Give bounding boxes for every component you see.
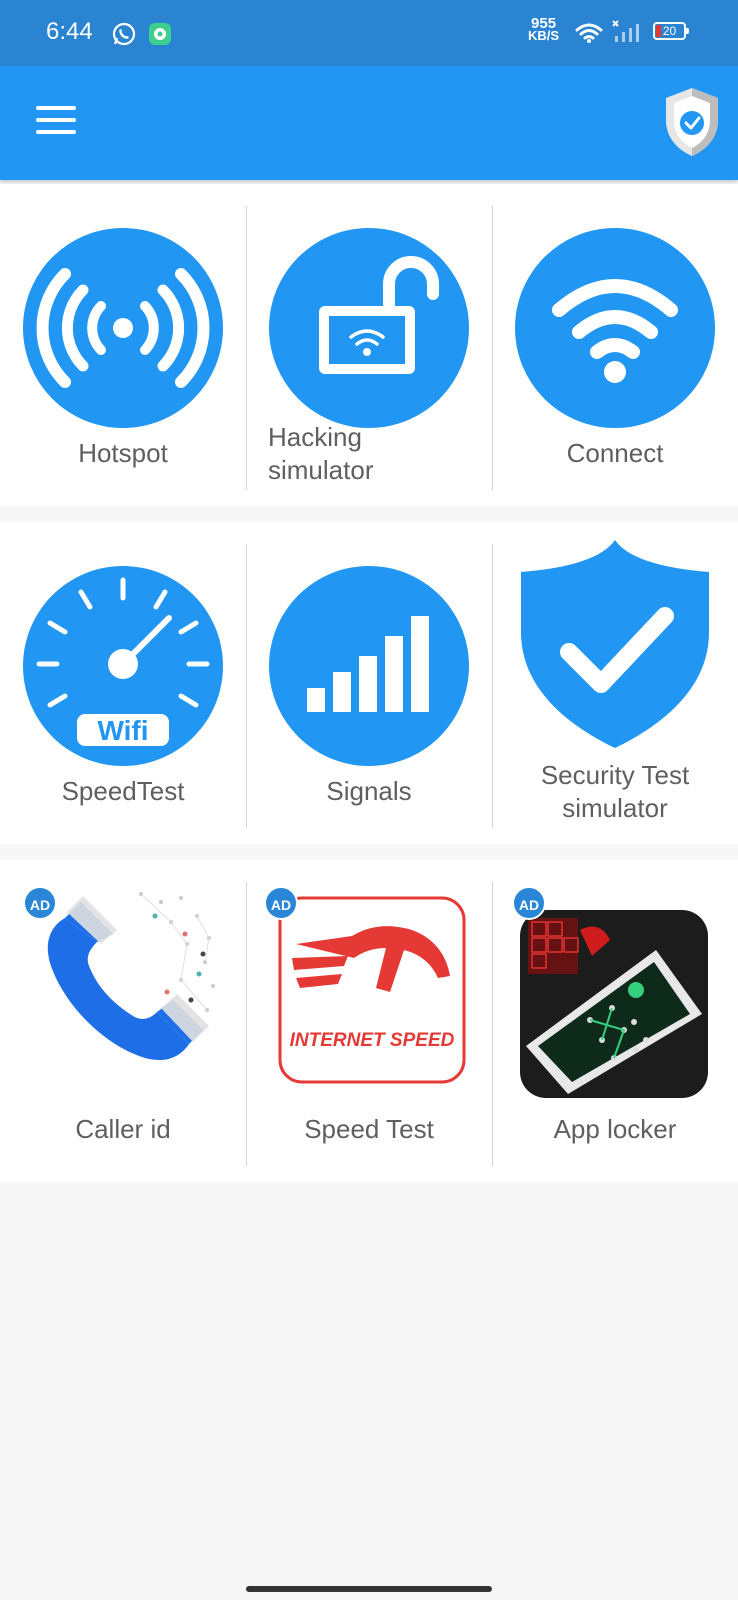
speed-test-label: Speed Test bbox=[304, 1114, 434, 1144]
connect-tile[interactable]: Connect bbox=[492, 184, 738, 506]
unlock-wifi-icon bbox=[267, 226, 471, 430]
ad-row: AD Caller id AD INTERNET SPEED Speed Tes… bbox=[0, 860, 738, 1182]
caller-id-tile[interactable]: AD Caller id bbox=[0, 860, 246, 1182]
home-indicator[interactable] bbox=[246, 1586, 492, 1592]
connect-label: Connect bbox=[566, 438, 664, 468]
status-bar: 6:44 955 KB/S 20 bbox=[0, 0, 738, 66]
hotspot-icon bbox=[21, 226, 225, 430]
speedometer-wifi-icon: Wifi bbox=[21, 564, 225, 768]
app-locker-label: App locker bbox=[553, 1114, 677, 1144]
app-bar bbox=[0, 66, 738, 180]
security-test-tile[interactable]: Security Test simulator bbox=[492, 522, 738, 844]
phone-lock-icon bbox=[520, 910, 708, 1098]
wifi-badge-text: Wifi bbox=[97, 715, 148, 746]
hotspot-label: Hotspot bbox=[78, 438, 168, 468]
ad-badge: AD bbox=[264, 886, 298, 920]
shield-check-icon bbox=[513, 536, 717, 748]
feature-row-2: Wifi SpeedTest Signals Security Test sim… bbox=[0, 522, 738, 844]
whatsapp-icon bbox=[112, 22, 136, 51]
signal-bars-icon bbox=[267, 564, 471, 768]
internet-speed-text: INTERNET SPEED bbox=[290, 1030, 455, 1051]
hamburger-menu-icon[interactable] bbox=[36, 106, 76, 138]
hacking-simulator-label: Hacking simulator bbox=[268, 422, 374, 485]
security-test-label: Security Test simulator bbox=[540, 760, 690, 823]
status-time: 6:44 bbox=[46, 18, 93, 45]
internet-speed-icon: INTERNET SPEED bbox=[278, 896, 466, 1084]
ad-badge: AD bbox=[23, 886, 57, 920]
speed-test-ad-tile[interactable]: AD INTERNET SPEED Speed Test bbox=[246, 860, 492, 1182]
battery-icon: 20 bbox=[653, 22, 689, 40]
caller-id-label: Caller id bbox=[75, 1114, 171, 1144]
hacking-simulator-tile[interactable]: Hacking simulator bbox=[246, 184, 492, 506]
feature-row-1: Hotspot Hacking simulator Connect bbox=[0, 184, 738, 506]
battery-level: 20 bbox=[662, 24, 677, 38]
shield-check-icon bbox=[662, 86, 722, 163]
hotspot-tile[interactable]: Hotspot bbox=[0, 184, 246, 506]
signals-label: Signals bbox=[326, 776, 412, 806]
cell-signal-icon bbox=[612, 20, 642, 49]
signals-tile[interactable]: Signals bbox=[246, 522, 492, 844]
app-locker-tile[interactable]: AD App locker bbox=[492, 860, 738, 1182]
network-speed: 955 KB/S bbox=[528, 15, 560, 43]
chat-app-icon bbox=[148, 22, 172, 51]
ad-badge: AD bbox=[512, 886, 546, 920]
wifi-status-icon bbox=[575, 22, 603, 49]
wifi-icon bbox=[513, 226, 717, 430]
speedtest-label: SpeedTest bbox=[61, 776, 185, 806]
speedtest-tile[interactable]: Wifi SpeedTest bbox=[0, 522, 246, 844]
